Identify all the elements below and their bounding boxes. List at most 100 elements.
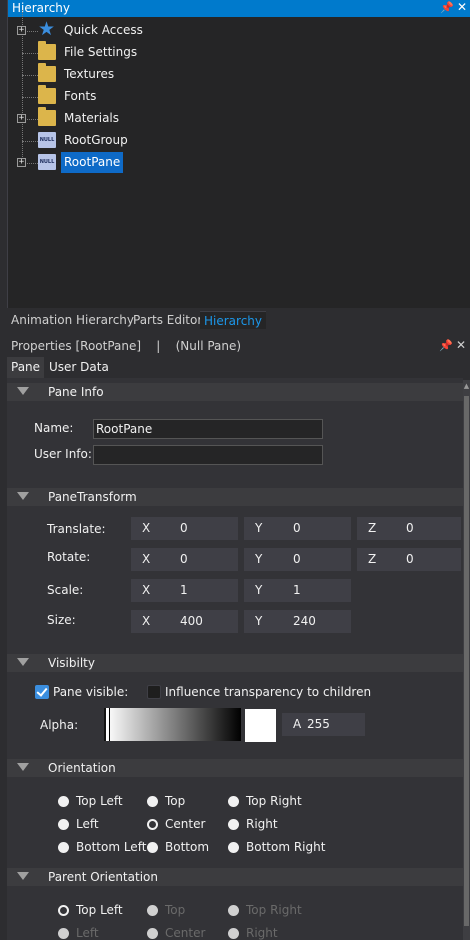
section-orientation[interactable]: Orientation xyxy=(7,759,463,777)
tree-connector xyxy=(22,75,38,76)
tree-item-label: Quick Access xyxy=(64,23,143,37)
scroll-up-arrow-icon[interactable]: ▲ xyxy=(463,382,470,390)
tree-connector xyxy=(22,97,38,98)
rotate-z-field[interactable]: Z0 xyxy=(357,548,461,571)
translate-x-field[interactable]: X0 xyxy=(131,517,238,540)
pin-icon[interactable]: 📌 xyxy=(440,1,454,14)
orientation-right-radio[interactable] xyxy=(228,819,239,830)
orientation-bottom-radio[interactable] xyxy=(147,842,158,853)
section-title: Visibilty xyxy=(48,656,95,670)
close-icon[interactable]: ✕ xyxy=(457,0,467,14)
translate-z-field[interactable]: Z0 xyxy=(357,517,461,540)
tree-item-file-settings[interactable]: File Settings xyxy=(8,41,470,64)
null-pane-icon: NULL xyxy=(38,132,56,148)
hierarchy-tab-strip: Animation Hierarchy Parts Editor Hierarc… xyxy=(7,308,470,330)
collapse-triangle-icon[interactable] xyxy=(17,763,29,771)
orientation-top-left-radio[interactable] xyxy=(58,796,69,807)
orientation-left-radio[interactable] xyxy=(58,819,69,830)
alpha-gradient-slider[interactable] xyxy=(104,708,241,741)
rotate-x-field[interactable]: X0 xyxy=(131,548,238,571)
user-info-input[interactable] xyxy=(93,445,323,465)
influence-transparency-checkbox[interactable] xyxy=(147,685,161,699)
tree-connector xyxy=(22,141,38,142)
tree-item-textures[interactable]: Textures xyxy=(8,63,470,86)
tree-item-label: Fonts xyxy=(64,89,97,103)
tab-pane[interactable]: Pane xyxy=(7,357,45,378)
orientation-bottom-label: Bottom xyxy=(165,840,210,854)
rotate-y-field[interactable]: Y0 xyxy=(244,548,351,571)
parent-orientation-left-radio[interactable] xyxy=(58,928,69,939)
section-pane-transform[interactable]: PaneTransform xyxy=(7,488,463,506)
alpha-label: Alpha: xyxy=(40,718,79,732)
tree-item-rootgroup[interactable]: NULL RootGroup xyxy=(8,130,470,152)
hierarchy-panel: Hierarchy 📌 ✕ + ★ Quick Access File Sett… xyxy=(7,0,470,308)
name-label: Name: xyxy=(34,421,74,435)
collapse-triangle-icon[interactable] xyxy=(17,387,29,395)
parent-orientation-top-radio[interactable] xyxy=(147,905,158,916)
section-title: Orientation xyxy=(48,761,116,775)
section-title: Pane Info xyxy=(48,385,104,399)
tree-item-quick-access[interactable]: + ★ Quick Access xyxy=(8,20,470,42)
tree-item-label: File Settings xyxy=(64,45,138,59)
parent-orientation-top-right-radio[interactable] xyxy=(228,905,239,916)
alpha-color-swatch xyxy=(245,709,276,742)
star-icon: ★ xyxy=(38,18,56,40)
tab-user-data[interactable]: User Data xyxy=(45,357,113,378)
collapse-triangle-icon[interactable] xyxy=(17,492,29,500)
parent-orientation-top-left-radio[interactable] xyxy=(58,905,69,916)
parent-orientation-top-label: Top xyxy=(165,903,186,917)
user-info-label: User Info: xyxy=(34,447,92,461)
close-icon[interactable]: ✕ xyxy=(456,338,466,352)
section-visibility[interactable]: Visibilty xyxy=(7,654,463,672)
orientation-top-radio[interactable] xyxy=(147,796,158,807)
collapse-triangle-icon[interactable] xyxy=(17,658,29,666)
parent-orientation-top-right-label: Top Right xyxy=(246,903,302,917)
expand-icon[interactable]: + xyxy=(17,114,26,123)
scale-x-field[interactable]: X1 xyxy=(131,579,238,602)
tab-animation-hierarchy[interactable]: Animation Hierarchy xyxy=(11,311,134,329)
folder-icon xyxy=(38,107,56,126)
properties-tab-strip: Pane User Data xyxy=(7,357,470,378)
tree-item-label: Materials xyxy=(64,111,120,125)
orientation-bottom-left-label: Bottom Left xyxy=(76,840,147,854)
parent-orientation-right-label: Right xyxy=(246,926,278,940)
section-parent-orientation[interactable]: Parent Orientation xyxy=(7,868,463,886)
size-x-field[interactable]: X 400 xyxy=(131,610,238,633)
expand-icon[interactable]: + xyxy=(17,26,26,35)
orientation-bottom-left-radio[interactable] xyxy=(58,842,69,853)
parent-orientation-right-radio[interactable] xyxy=(228,928,239,939)
size-y-field[interactable]: Y 240 xyxy=(244,610,351,633)
section-title: PaneTransform xyxy=(48,490,137,504)
tree-item-label: RootGroup xyxy=(64,133,128,147)
influence-transparency-label: Influence transparency to children xyxy=(165,685,372,699)
section-pane-info[interactable]: Pane Info xyxy=(7,383,463,401)
tab-parts-editor[interactable]: Parts Editor xyxy=(133,311,202,329)
orientation-top-right-radio[interactable] xyxy=(228,796,239,807)
name-input[interactable] xyxy=(93,419,323,439)
orientation-bottom-right-radio[interactable] xyxy=(228,842,239,853)
orientation-center-radio[interactable] xyxy=(147,819,158,830)
alpha-value-field[interactable]: A 255 xyxy=(282,713,365,736)
parent-orientation-left-label: Left xyxy=(76,926,99,940)
orientation-top-label: Top xyxy=(165,794,186,808)
collapse-triangle-icon[interactable] xyxy=(17,872,29,880)
scrollbar-thumb[interactable] xyxy=(464,396,469,926)
pane-visible-checkbox[interactable] xyxy=(35,685,49,699)
translate-y-field[interactable]: Y0 xyxy=(244,517,351,540)
expand-icon[interactable]: + xyxy=(17,158,26,167)
properties-scrollbar[interactable]: ▲ xyxy=(463,380,470,940)
hierarchy-title: Hierarchy xyxy=(12,1,71,15)
pin-icon[interactable]: 📌 xyxy=(439,339,453,352)
tree-item-rootpane[interactable]: + NULL RootPane xyxy=(8,152,470,174)
parent-orientation-center-radio[interactable] xyxy=(147,928,158,939)
tree-item-fonts[interactable]: Fonts xyxy=(8,85,470,108)
tab-hierarchy[interactable]: Hierarchy xyxy=(200,311,267,329)
parent-orientation-top-left-label: Top Left xyxy=(76,903,123,917)
scale-y-field[interactable]: Y1 xyxy=(244,579,351,602)
orientation-top-left-label: Top Left xyxy=(76,794,123,808)
tree-item-label: Textures xyxy=(64,67,115,81)
orientation-top-right-label: Top Right xyxy=(246,794,302,808)
orientation-bottom-right-label: Bottom Right xyxy=(246,840,326,854)
tree-item-materials[interactable]: + Materials xyxy=(8,107,470,130)
scale-label: Scale: xyxy=(47,583,84,597)
